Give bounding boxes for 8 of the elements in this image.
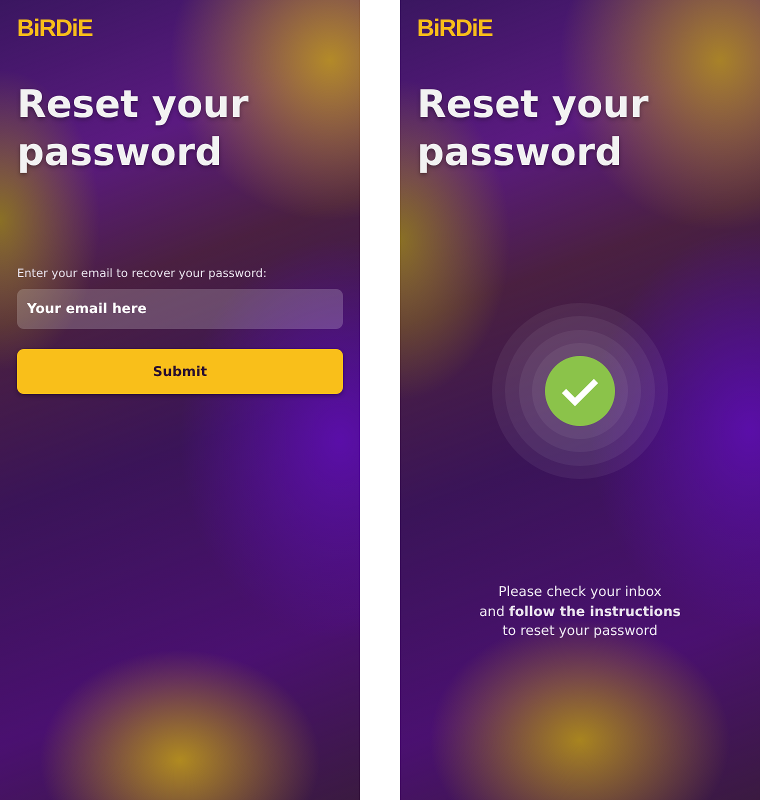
field-label: Enter your email to recover your password: <box>17 266 267 280</box>
page-title: Reset your password <box>17 81 250 176</box>
success-check-icon <box>492 303 668 479</box>
logo: BiRDiE <box>17 16 92 42</box>
submit-button[interactable]: Submit <box>17 349 343 394</box>
logo: BiRDiE <box>417 16 492 42</box>
confirmation-message: Please check your inbox and follow the instructions to reset your password <box>479 583 681 641</box>
page-title: Reset your password <box>417 81 650 176</box>
